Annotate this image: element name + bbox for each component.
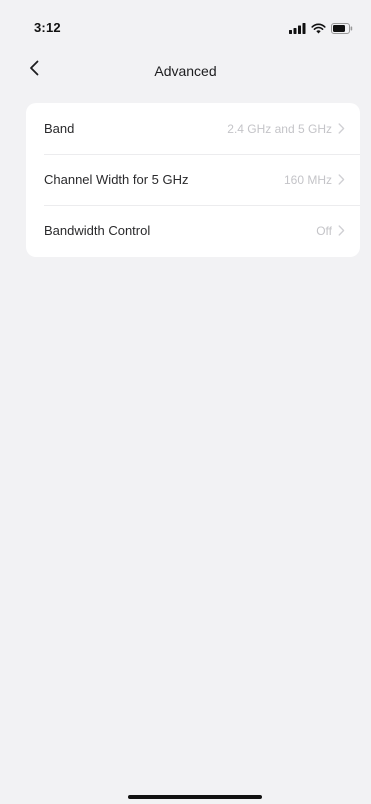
chevron-right-icon [338, 225, 346, 237]
home-indicator[interactable] [128, 795, 262, 799]
advanced-settings-card: Band 2.4 GHz and 5 GHz Channel Width for… [26, 103, 360, 257]
row-label: Bandwidth Control [44, 223, 151, 238]
band-row[interactable]: Band 2.4 GHz and 5 GHz [26, 103, 360, 154]
status-bar: 3:12 [0, 0, 371, 44]
status-time: 3:12 [34, 20, 61, 35]
row-value: Off [316, 223, 332, 238]
app-screen: 3:12 Advanced Band 2.4 GHz and 5 GHz Cha… [0, 0, 371, 804]
channel-width-row[interactable]: Channel Width for 5 GHz 160 MHz [26, 154, 360, 205]
signal-icon [289, 22, 306, 34]
row-value: 2.4 GHz and 5 GHz [227, 121, 332, 136]
battery-icon [331, 22, 353, 34]
status-icons [289, 22, 353, 34]
bandwidth-control-row[interactable]: Bandwidth Control Off [26, 205, 360, 256]
row-label: Channel Width for 5 GHz [44, 172, 189, 187]
page-title: Advanced [154, 63, 217, 79]
navigation-bar: Advanced [0, 52, 371, 88]
chevron-right-icon [338, 174, 346, 186]
chevron-right-icon [338, 123, 346, 135]
wifi-icon [311, 22, 326, 34]
row-label: Band [44, 121, 75, 136]
row-value: 160 MHz [283, 172, 332, 187]
